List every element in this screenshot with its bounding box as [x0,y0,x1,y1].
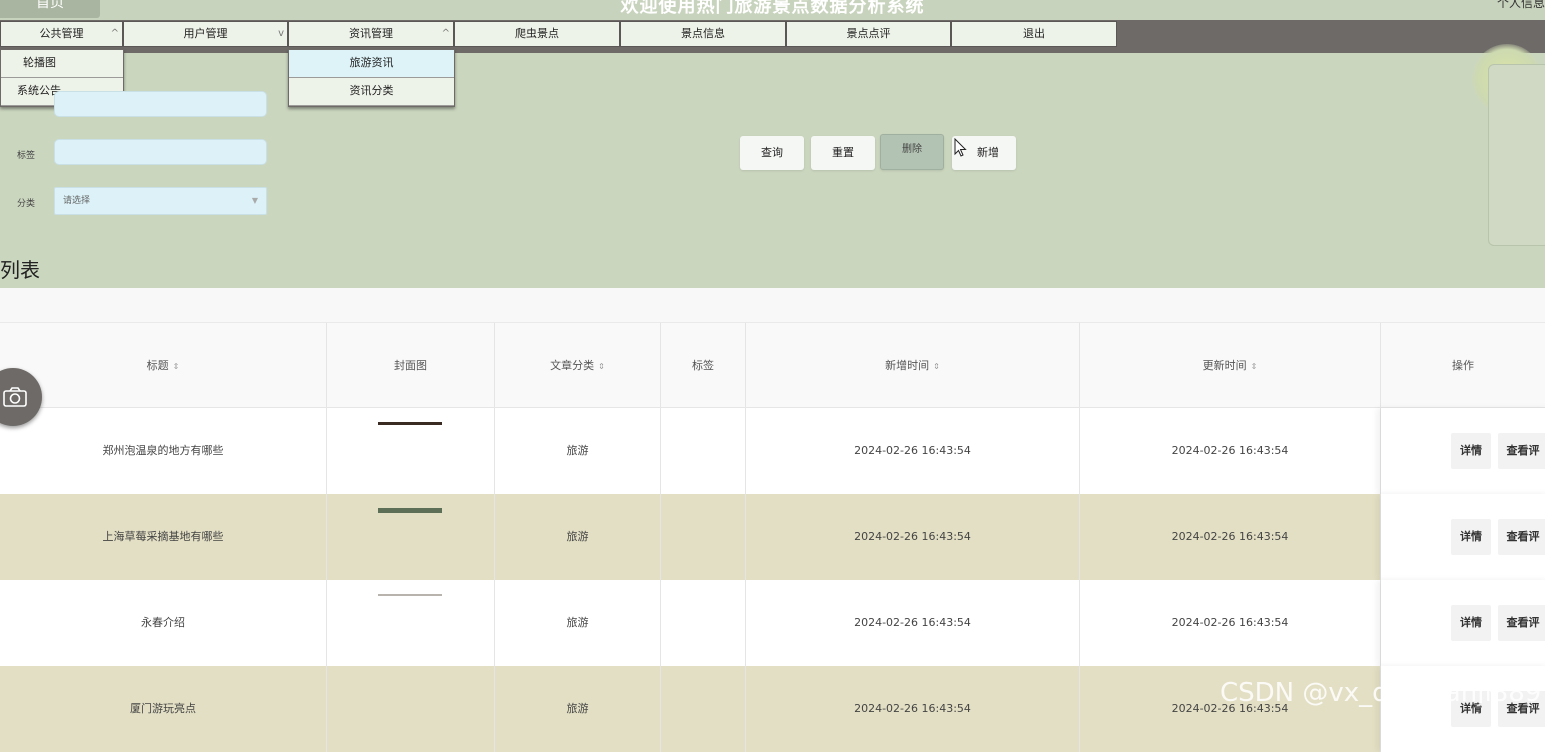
sort-icon: ⇕ [1250,362,1258,371]
cell-title: 郑州泡温泉的地方有哪些 [0,408,327,494]
sort-icon: ⇕ [598,362,605,371]
cell-title: 永春介绍 [0,580,327,666]
sort-icon: ⇕ [172,362,180,371]
mouse-cursor-icon [954,138,967,157]
nav-label: 资讯管理 [349,27,393,40]
nav-spot-info[interactable]: 景点信息 [620,21,786,47]
table-header-row: 标题 ⇕ 封面图 文章分类 ⇕ 标签 新增时间 ⇕ 更新时间 ⇕ 操作 [0,322,1545,408]
list-title: 列表 [0,258,40,282]
cell-category: 旅游 [495,666,661,752]
detail-button[interactable]: 详情 [1451,605,1491,641]
detail-button[interactable]: 详情 [1451,519,1491,555]
column-header-tag: 标签 [661,322,746,408]
tag-label: 标签 [17,151,36,161]
site-title: 欢迎使用热门旅游景点数据分析系统 [620,0,925,17]
nav-user-management[interactable]: 用户管理 v [123,21,288,47]
cell-actions: 详情 查看评 [1381,408,1545,494]
cover-image [378,422,442,425]
dropdown-item-travel-news[interactable]: 旅游资讯 [289,50,454,78]
nav-label: 公共管理 [39,27,84,40]
view-reviews-button[interactable]: 查看评 [1498,605,1545,641]
nav-logout[interactable]: 退出 [951,21,1117,47]
cell-title: 厦门游玩亮点 [0,666,327,752]
cell-cover [327,580,495,666]
main-nav: 公共管理 ^ 用户管理 v 资讯管理 ^ 爬虫景点 景点信息 景点点评 退出 [0,20,1545,53]
cell-category: 旅游 [495,494,661,580]
table-row: 永春介绍 旅游 2024-02-26 16:43:54 2024-02-26 1… [0,580,1545,666]
cell-cover [327,408,495,494]
cover-image [378,594,442,596]
cell-created: 2024-02-26 16:43:54 [746,666,1080,752]
query-button[interactable]: 查询 [740,136,804,170]
cell-tag [661,666,746,752]
cell-title: 上海草莓采摘基地有哪些 [0,494,327,580]
camera-icon [3,387,27,407]
category-label: 分类 [17,199,36,209]
nav-spot-reviews[interactable]: 景点点评 [786,21,951,47]
cell-category: 旅游 [495,580,661,666]
nav-public-management[interactable]: 公共管理 ^ [0,21,123,47]
cell-category: 旅游 [495,408,661,494]
dropdown-news-management: 旅游资讯 资讯分类 [288,49,455,107]
view-reviews-button[interactable]: 查看评 [1498,519,1545,555]
cell-created: 2024-02-26 16:43:54 [746,580,1080,666]
chevron-down-icon: ▼ [251,196,258,205]
view-reviews-button[interactable]: 查看评 [1498,433,1545,469]
nav-news-management[interactable]: 资讯管理 ^ [288,21,454,47]
cell-created: 2024-02-26 16:43:54 [746,408,1080,494]
category-select[interactable]: 请选择 ▼ [54,187,267,215]
dropdown-item-news-category[interactable]: 资讯分类 [289,78,454,106]
nav-label: 用户管理 [183,27,228,40]
delete-button[interactable]: 删除 [880,134,944,170]
watermark: CSDN @vx_danpianji889 [1220,678,1542,708]
column-header-actions: 操作 [1381,322,1545,408]
reset-button[interactable]: 重置 [811,136,875,170]
column-header-cover: 封面图 [327,322,495,408]
column-header-title[interactable]: 标题 ⇕ [0,322,327,408]
user-info-link[interactable]: 个人信息 [1497,0,1545,11]
top-bar: 首页 欢迎使用热门旅游景点数据分析系统 个人信息 [0,0,1545,20]
table-row: 郑州泡温泉的地方有哪些 旅游 2024-02-26 16:43:54 2024-… [0,408,1545,494]
column-header-updated[interactable]: 更新时间 ⇕ [1080,322,1381,408]
cell-actions: 详情 查看评 [1381,494,1545,580]
column-header-category[interactable]: 文章分类 ⇕ [495,322,661,408]
chevron-down-icon: v [278,28,284,39]
title-input[interactable] [54,91,267,117]
cell-updated: 2024-02-26 16:43:54 [1080,494,1381,580]
cell-tag [661,408,746,494]
sort-icon: ⇕ [933,362,940,371]
cell-cover [327,666,495,752]
cell-cover [327,494,495,580]
dropdown-item-carousel[interactable]: 轮播图 [1,50,123,78]
cell-updated: 2024-02-26 16:43:54 [1080,408,1381,494]
data-table: 标题 ⇕ 封面图 文章分类 ⇕ 标签 新增时间 ⇕ 更新时间 ⇕ 操作 郑州泡温泉的地方… [0,288,1545,752]
floating-side-panel [1488,64,1545,246]
cell-tag [661,580,746,666]
tag-input[interactable] [54,139,267,165]
cell-created: 2024-02-26 16:43:54 [746,494,1080,580]
column-header-created[interactable]: 新增时间 ⇕ [746,322,1080,408]
detail-button[interactable]: 详情 [1451,433,1491,469]
cell-updated: 2024-02-26 16:43:54 [1080,580,1381,666]
nav-crawler-spots[interactable]: 爬虫景点 [454,21,620,47]
chevron-up-icon: ^ [441,28,450,39]
category-placeholder: 请选择 [63,196,91,206]
cell-actions: 详情 查看评 [1381,580,1545,666]
cell-tag [661,494,746,580]
cover-image [378,508,442,513]
chevron-up-icon: ^ [110,28,119,39]
table-row: 上海草莓采摘基地有哪些 旅游 2024-02-26 16:43:54 2024-… [0,494,1545,580]
